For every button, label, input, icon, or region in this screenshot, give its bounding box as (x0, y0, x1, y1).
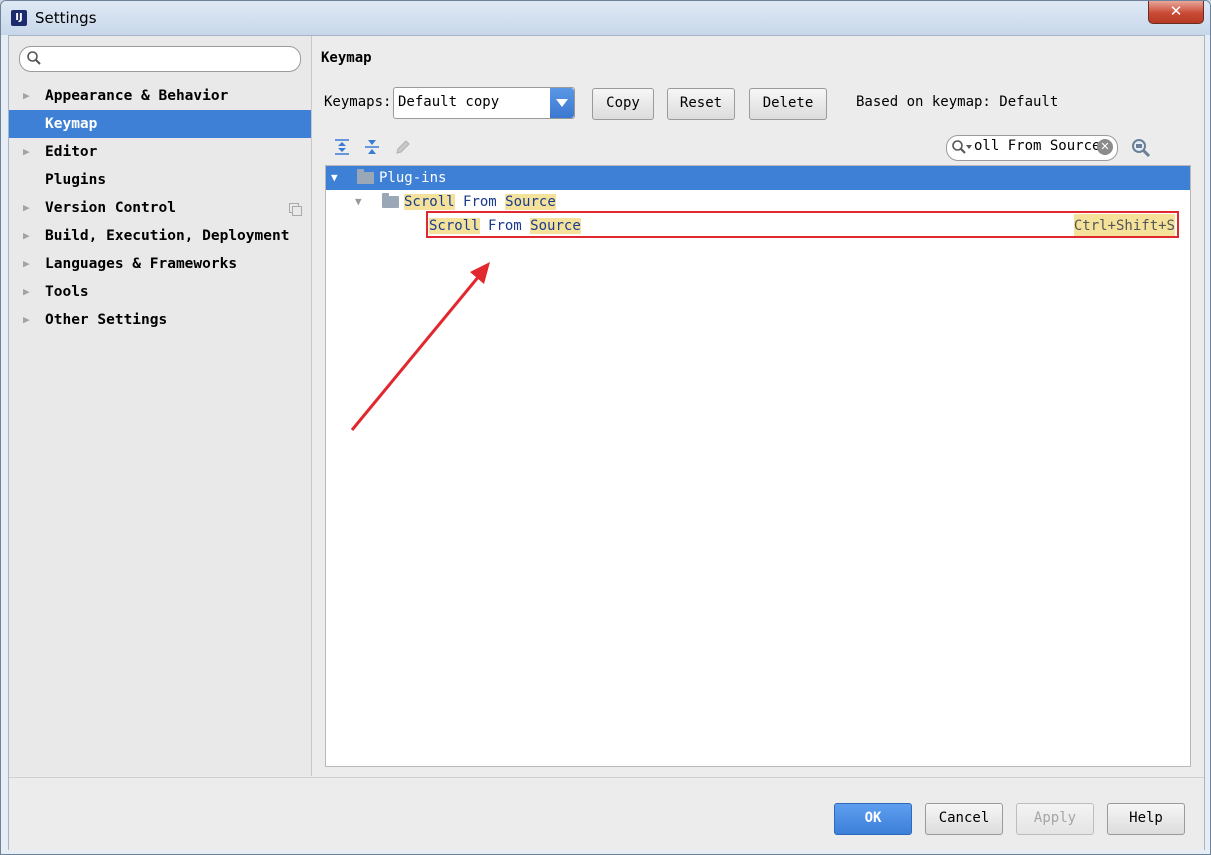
delete-button[interactable]: Delete (749, 88, 827, 120)
nav-item-label: Editor (45, 144, 98, 160)
label-word: From (463, 194, 497, 210)
page-title: Keymap (321, 50, 372, 66)
expanded-arrow-icon: ▼ (331, 171, 338, 184)
edit-pencil-icon[interactable] (394, 138, 412, 156)
intellij-app-icon: IJ (9, 8, 29, 28)
dialog-client: ▶ Appearance & Behavior Keymap ▶ Editor Pl… (8, 35, 1205, 850)
nav-item-appearance-behavior[interactable]: ▶ Appearance & Behavior (9, 82, 311, 110)
settings-search-input[interactable] (19, 46, 301, 72)
nav-item-build-execution-deployment[interactable]: ▶ Build, Execution, Deployment (9, 222, 311, 250)
clear-search-icon[interactable]: ✕ (1097, 139, 1113, 155)
tree-row-label: Plug-ins (379, 170, 447, 186)
nav-item-label: Other Settings (45, 312, 168, 328)
folder-icon (382, 193, 399, 208)
close-icon: ✕ (1169, 2, 1183, 20)
nav-item-label: Keymap (45, 116, 98, 132)
copy-button[interactable]: Copy (592, 88, 654, 120)
nav-item-plugins[interactable]: Plugins (9, 166, 311, 194)
expand-arrow-icon: ▶ (23, 229, 30, 242)
keymaps-label: Keymaps: (324, 94, 392, 110)
search-icon (27, 51, 41, 65)
expand-arrow-icon: ▶ (23, 285, 30, 298)
nav-item-other-settings[interactable]: ▶ Other Settings (9, 306, 311, 334)
nav-item-keymap[interactable]: Keymap (9, 110, 311, 138)
expand-arrow-icon: ▶ (23, 145, 30, 158)
nav-item-label: Plugins (45, 172, 107, 188)
title-bar[interactable]: IJ Settings ✕ (1, 1, 1210, 35)
window-title: Settings (35, 9, 97, 27)
annotation-highlight-box (426, 211, 1179, 238)
help-button[interactable]: Help (1107, 803, 1185, 835)
keymap-select-value: Default copy (398, 94, 500, 110)
chevron-down-icon[interactable] (550, 88, 574, 118)
nav-item-label: Tools (45, 284, 89, 300)
annotation-arrow (350, 262, 490, 431)
ok-button[interactable]: OK (834, 803, 912, 835)
keymap-filter-input[interactable]: oll From Source ✕ (946, 135, 1118, 161)
folder-icon (357, 169, 374, 184)
expand-all-icon[interactable] (333, 138, 351, 156)
find-shortcut-icon[interactable] (1130, 137, 1152, 159)
reset-button[interactable]: Reset (667, 88, 735, 120)
dialog-footer: OK Cancel Apply Help (9, 777, 1204, 850)
close-window-button[interactable]: ✕ (1148, 1, 1204, 24)
nav-item-version-control[interactable]: ▶ Version Control (9, 194, 311, 222)
expand-arrow-icon: ▶ (23, 89, 30, 102)
nav-item-label: Appearance & Behavior (45, 88, 229, 104)
expand-arrow-icon: ▶ (23, 257, 30, 270)
nav-item-label: Version Control (45, 200, 176, 216)
expand-arrow-icon: ▶ (23, 313, 30, 326)
based-on-keymap-text: Based on keymap: Default (856, 94, 1059, 110)
settings-nav-list: ▶ Appearance & Behavior Keymap ▶ Editor Pl… (9, 82, 311, 334)
nav-item-editor[interactable]: ▶ Editor (9, 138, 311, 166)
settings-window: IJ Settings ✕ ▶ Appearance & Behavior Key… (0, 0, 1211, 855)
keymap-filter-value: oll From Source (974, 138, 1101, 154)
match-highlight: Source (505, 194, 556, 210)
project-settings-icon (289, 203, 302, 216)
expanded-arrow-icon: ▼ (355, 195, 362, 208)
nav-item-tools[interactable]: ▶ Tools (9, 278, 311, 306)
match-highlight: Scroll (404, 194, 455, 210)
apply-button[interactable]: Apply (1016, 803, 1094, 835)
keymap-select[interactable]: Default copy (393, 87, 575, 119)
tree-row-plugins[interactable]: ▼ Plug-ins (326, 166, 1190, 190)
nav-item-label: Build, Execution, Deployment (45, 228, 290, 244)
expand-arrow-icon: ▶ (23, 201, 30, 214)
cancel-button[interactable]: Cancel (925, 803, 1003, 835)
nav-item-label: Languages & Frameworks (45, 256, 238, 272)
settings-sidebar: ▶ Appearance & Behavior Keymap ▶ Editor Pl… (9, 36, 312, 776)
nav-item-languages-frameworks[interactable]: ▶ Languages & Frameworks (9, 250, 311, 278)
search-dropdown-icon[interactable] (951, 139, 973, 155)
collapse-all-icon[interactable] (363, 138, 381, 156)
